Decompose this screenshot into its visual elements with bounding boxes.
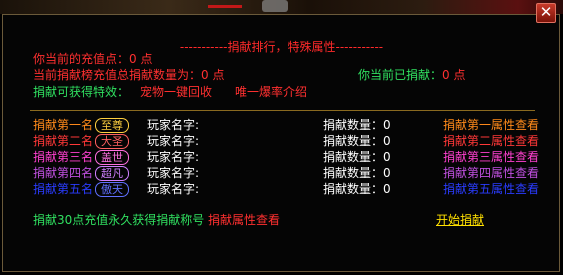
donation-amount-label: 捐献数量：: [323, 166, 384, 180]
rank-title-badge: 大圣: [95, 134, 130, 149]
donation-amount: 捐献数量：0: [323, 150, 391, 164]
donation-amount-label: 捐献数量：: [323, 118, 384, 132]
title-note: 捐献30点充值永久获得捐献称号: [33, 213, 205, 227]
rank-label: 捐献第五名 傲天: [33, 182, 130, 197]
my-donation-line: 你当前已捐献：0 点: [358, 68, 465, 82]
rank-attr-link[interactable]: 捐献第五属性查看: [443, 182, 539, 196]
pet-recycle-link[interactable]: 宠物一键回收: [140, 85, 212, 99]
rank-label: 捐献第四名 超凡: [33, 166, 130, 181]
rank-title-badge: 至尊: [95, 118, 130, 133]
rank-attr-link[interactable]: 捐献第四属性查看: [443, 166, 539, 180]
total-label: 当前捐献榜充值总捐献数量为：: [33, 68, 202, 82]
donation-attr-link[interactable]: 捐献属性查看: [208, 213, 280, 227]
rank-label-text: 捐献第五名: [33, 182, 94, 196]
player-name-label: 玩家名字:: [147, 118, 200, 132]
rank-attr-link[interactable]: 捐献第一属性查看: [443, 118, 539, 132]
donation-amount: 捐献数量：0: [323, 166, 391, 180]
rank-label-text: 捐献第四名: [33, 166, 94, 180]
rank-label: 捐献第二名 大圣: [33, 134, 130, 149]
donation-amount-value: 0: [383, 166, 391, 180]
donation-amount: 捐献数量：0: [323, 182, 391, 196]
rank-label-text: 捐献第二名: [33, 134, 94, 148]
recharge-points-line: 你当前的充值点：0 点: [33, 52, 152, 66]
close-icon: ✕: [539, 3, 553, 21]
donation-amount-label: 捐献数量：: [323, 134, 384, 148]
rank-title-badge: 傲天: [95, 182, 130, 197]
total-value: 0 点: [201, 68, 225, 82]
game-background-strip: [0, 0, 563, 14]
rank-label-text: 捐献第一名: [33, 118, 94, 132]
donation-amount: 捐献数量：0: [323, 134, 391, 148]
effects-label: 捐献可获得特效：: [33, 85, 130, 99]
donation-amount: 捐献数量：0: [323, 118, 391, 132]
donation-amount-value: 0: [383, 182, 391, 196]
player-name-label: 玩家名字:: [147, 150, 200, 164]
divider: [30, 110, 535, 111]
recharge-value: 0 点: [129, 52, 153, 66]
rank-attr-link[interactable]: 捐献第三属性查看: [443, 150, 539, 164]
rank-label-text: 捐献第三名: [33, 150, 94, 164]
drop-rate-intro-link[interactable]: 唯一爆率介绍: [235, 85, 307, 99]
total-donation-line: 当前捐献榜充值总捐献数量为：0 点: [33, 68, 224, 82]
donation-amount-label: 捐献数量：: [323, 150, 384, 164]
start-donation-button[interactable]: 开始捐献: [436, 213, 484, 227]
rank-label: 捐献第三名 盖世: [33, 150, 130, 165]
donation-amount-label: 捐献数量：: [323, 182, 384, 196]
player-name-label: 玩家名字:: [147, 182, 200, 196]
player-name-label: 玩家名字:: [147, 166, 200, 180]
background-figure: [262, 0, 288, 12]
my-donation-label: 你当前已捐献：: [358, 68, 443, 82]
my-donation-value: 0 点: [442, 68, 466, 82]
rank-title-badge: 盖世: [95, 150, 130, 165]
recharge-label: 你当前的充值点：: [33, 52, 130, 66]
rank-title-badge: 超凡: [95, 166, 130, 181]
donation-amount-value: 0: [383, 150, 391, 164]
donation-amount-value: 0: [383, 118, 391, 132]
player-name-label: 玩家名字:: [147, 134, 200, 148]
rank-label: 捐献第一名 至尊: [33, 118, 130, 133]
rank-attr-link[interactable]: 捐献第二属性查看: [443, 134, 539, 148]
donation-amount-value: 0: [383, 134, 391, 148]
close-button[interactable]: ✕: [536, 3, 556, 23]
health-bar: [208, 5, 242, 8]
